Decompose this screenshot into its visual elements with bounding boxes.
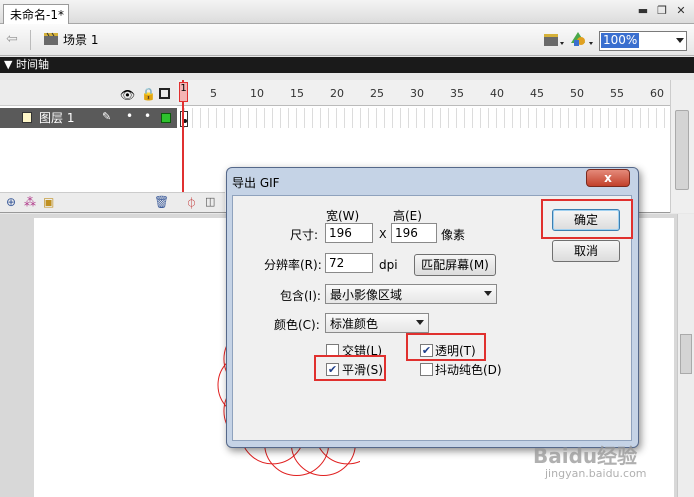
center-frame-icon[interactable]: ⏀ <box>186 195 197 211</box>
document-tab[interactable]: 未命名-1* <box>3 4 69 25</box>
size-label: 尺寸: <box>290 228 319 242</box>
document-tab-bar <box>0 0 694 24</box>
lock-icon[interactable]: 🔒 <box>141 87 156 101</box>
stage-scrollbar[interactable] <box>677 214 694 497</box>
eye-icon[interactable]: 👁 <box>120 88 135 102</box>
include-value: 最小影像区域 <box>330 288 403 302</box>
pixels-unit: 像素 <box>441 228 466 242</box>
width-header: 宽(W) <box>326 209 360 223</box>
outline-icon[interactable] <box>159 88 170 99</box>
delete-layer-icon[interactable]: 🗑 <box>154 195 169 209</box>
width-input[interactable]: 196 <box>325 223 373 243</box>
playhead-handle[interactable]: 1 <box>179 82 188 102</box>
ruler-tick-label: 20 <box>330 87 344 100</box>
match-screen-button[interactable]: 匹配屏幕(M) <box>414 254 496 276</box>
scene-label: 场景 1 <box>63 33 99 47</box>
zoom-dropdown-icon[interactable] <box>676 38 684 43</box>
chevron-down-icon <box>484 291 492 296</box>
ruler-tick-label: 5 <box>210 87 217 100</box>
ruler-tick-label: 60 <box>650 87 664 100</box>
edit-symbols-icon[interactable] <box>570 31 594 49</box>
visibility-dot[interactable]: • <box>126 109 133 123</box>
pencil-icon: ✎ <box>102 110 112 123</box>
restore-icon[interactable]: ❐ <box>656 5 668 17</box>
timeline-scrollbar[interactable] <box>670 80 694 213</box>
divider <box>30 30 31 50</box>
cancel-button[interactable]: 取消 <box>552 240 620 262</box>
zoom-value[interactable]: 100% <box>601 33 640 48</box>
color-value: 标准颜色 <box>330 317 379 331</box>
edit-scene-icon[interactable] <box>543 32 565 48</box>
scroll-thumb[interactable] <box>675 110 689 190</box>
ruler-tick-label: 10 <box>250 87 264 100</box>
height-input[interactable]: 196 <box>391 223 437 243</box>
watermark-url: jingyan.baidu.com <box>545 467 647 480</box>
ruler-tick-label: 45 <box>530 87 544 100</box>
close-icon[interactable]: ✕ <box>675 5 687 17</box>
transparent-highlight-box <box>406 333 486 361</box>
dialog-title: 导出 GIF <box>232 176 280 190</box>
include-label: 包含(I): <box>280 289 321 303</box>
ruler-tick-label: 40 <box>490 87 504 100</box>
scene-icon <box>44 32 58 45</box>
onion-skin-icon[interactable]: ◫ <box>205 195 215 208</box>
timeline-title: 时间轴 <box>15 58 49 71</box>
motion-guide-icon[interactable]: ⁂ <box>24 195 36 209</box>
back-arrow-icon[interactable]: ⇦ <box>6 31 18 47</box>
new-folder-icon[interactable]: ▣ <box>43 195 54 209</box>
layer-name: 图层 1 <box>39 111 75 125</box>
dither-label: 抖动纯色(D) <box>435 363 502 377</box>
layer-icon <box>22 112 32 123</box>
resolution-label: 分辨率(R): <box>264 258 322 272</box>
resolution-input[interactable]: 72 <box>325 253 373 273</box>
frame-cells[interactable] <box>177 108 670 128</box>
dpi-unit: dpi <box>379 258 398 272</box>
ok-highlight-box <box>541 199 633 239</box>
watermark-brand: Baidu经验 <box>533 444 638 468</box>
ruler-tick-label: 55 <box>610 87 624 100</box>
ruler-tick-label: 15 <box>290 87 304 100</box>
minimize-icon[interactable]: ▬ <box>637 5 649 17</box>
height-header: 高(E) <box>393 209 422 223</box>
layer-row[interactable]: 图层 1 ✎ • • <box>0 108 177 128</box>
chevron-down-icon <box>416 320 424 325</box>
stage-scroll-thumb[interactable] <box>680 334 692 374</box>
dither-checkbox[interactable] <box>420 363 433 376</box>
dialog-close-button[interactable]: x <box>586 169 630 187</box>
smooth-highlight-box <box>314 355 386 381</box>
color-select[interactable]: 标准颜色 <box>325 313 429 333</box>
timeline-header[interactable]: ▼ 时间轴 <box>0 57 694 73</box>
new-layer-icon[interactable]: ⊕ <box>6 195 16 209</box>
outline-color-swatch[interactable] <box>161 113 171 123</box>
include-select[interactable]: 最小影像区域 <box>325 284 497 304</box>
ruler-tick-label: 50 <box>570 87 584 100</box>
ruler-tick-label: 25 <box>370 87 384 100</box>
lock-dot[interactable]: • <box>144 109 151 123</box>
ruler-tick-label: 35 <box>450 87 464 100</box>
color-label: 颜色(C): <box>274 318 320 332</box>
ruler-tick-label: 30 <box>410 87 424 100</box>
times-sign: X <box>379 228 387 241</box>
